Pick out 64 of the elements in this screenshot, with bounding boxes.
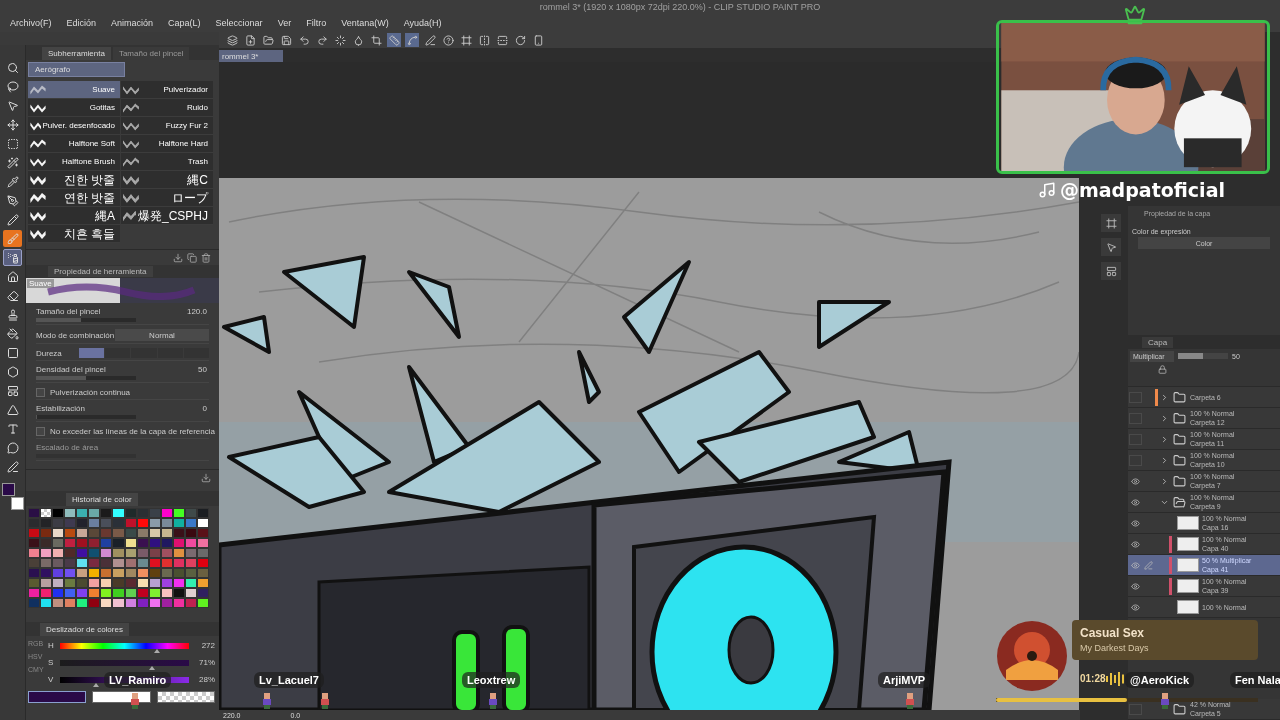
blend-mode-dropdown[interactable]: Normal (115, 329, 209, 341)
brush-item[interactable]: Halftone Hard (121, 135, 213, 153)
brush-item[interactable]: ロープ (121, 189, 213, 207)
channel-handle: @madpatoficial (1060, 179, 1225, 201)
panel-tab[interactable]: Subherramienta (42, 47, 111, 60)
menu-item[interactable]: Ayuda(H) (403, 18, 442, 28)
panel-tab[interactable]: Propiedad de herramienta (48, 266, 153, 277)
panel-tab[interactable]: Historial de color (66, 493, 138, 506)
brush-item[interactable]: 치흔 흑들 (28, 225, 120, 243)
brush-item[interactable]: Halftone Brush (28, 153, 120, 171)
document-tab[interactable]: rommel 3* (219, 50, 283, 62)
chat-username: LV_Ramiro (104, 672, 172, 688)
menu-item[interactable]: Animación (111, 18, 154, 28)
song-artist: My Darkest Days (1080, 643, 1150, 653)
channel-value[interactable]: 272 (193, 641, 215, 650)
brush-item[interactable]: Gotitas (28, 99, 120, 117)
chat-username: Leoxtrew (462, 672, 521, 688)
song-time: 01:28 (1080, 673, 1106, 684)
property-label: Estabilización (36, 404, 85, 413)
brush-item[interactable]: Ruido (121, 99, 213, 117)
song-title: Casual Sex (1080, 626, 1146, 640)
property-label: Densidad del pincel (36, 365, 106, 374)
chat-username: @AeroKick (1125, 672, 1195, 688)
brush-item[interactable]: Suave (28, 81, 120, 99)
menu-item[interactable]: Ver (277, 18, 292, 28)
preview-label: Suave (27, 279, 54, 288)
channel-value[interactable]: 71% (193, 658, 215, 667)
menu-item[interactable]: Capa(L) (168, 18, 201, 28)
brush-item[interactable]: 縄C (121, 171, 213, 189)
brush-item[interactable]: 縄A (28, 207, 120, 225)
chat-username: Fen Nala (1230, 672, 1280, 688)
brush-item[interactable]: 진한 밧줄 (28, 171, 120, 189)
panel-tab[interactable]: Capa (1142, 336, 1174, 348)
menu-item[interactable]: Edición (66, 18, 97, 28)
channel-label: H (48, 641, 55, 650)
channel-label: S (48, 658, 55, 667)
channel-label: V (48, 675, 55, 684)
brush-item[interactable]: Fuzzy Fur 2 (121, 117, 213, 135)
property-value[interactable]: 0 (202, 404, 207, 413)
property-label: Escalado de área (36, 443, 100, 452)
chat-username: Lv_Lacuel7 (254, 672, 324, 688)
menu-item[interactable]: Filtro (306, 18, 327, 28)
channel-value[interactable]: 28% (193, 675, 215, 684)
checkbox-label: No exceder las líneas de la capa de referencia (50, 426, 215, 436)
brush-item[interactable]: Trash (121, 153, 213, 171)
brush-item[interactable]: Pulverizador (121, 81, 213, 99)
checkbox-label: Pulverización continua (50, 387, 131, 397)
brush-item[interactable]: 爆発_CSPHJ (121, 207, 213, 225)
panel-tab[interactable]: Deslizador de colores (40, 623, 129, 636)
property-label: Dureza (36, 348, 62, 358)
menu-item[interactable]: Archivo(F) (10, 18, 52, 28)
subtool-group-button[interactable]: Aerógrafo (28, 62, 125, 77)
brush-item[interactable]: Pulver. desenfocado (28, 117, 120, 135)
menu-item[interactable]: Seleccionar (215, 18, 263, 28)
chat-username: ArjiMVP (878, 672, 931, 688)
panel-tab[interactable]: Tamaño del pincel (112, 47, 190, 60)
window-title: rommel 3* (1920 x 1080px 72dpi 220.0%) - CLIP STUDIO PAINT PRO (539, 2, 821, 12)
property-value[interactable]: 50 (198, 365, 207, 374)
brush-item[interactable]: Halftone Soft (28, 135, 120, 153)
property-label: Tamaño del pincel (36, 307, 101, 316)
property-label: Modo de combinación (36, 330, 115, 340)
menu-item[interactable]: Ventana(W) (341, 18, 389, 28)
brush-item[interactable]: 연한 밧줄 (28, 189, 120, 207)
property-value[interactable]: 120.0 (186, 307, 207, 316)
